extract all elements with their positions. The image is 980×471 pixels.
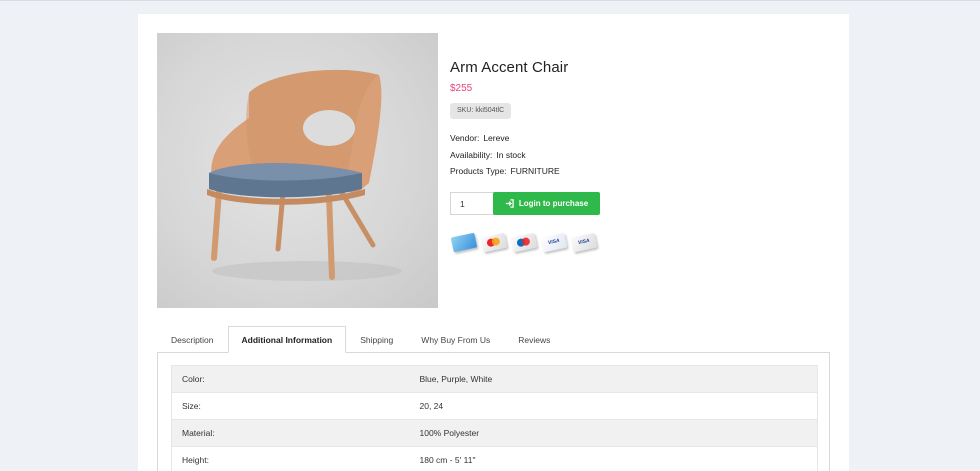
payment-icons: VISA VISA (450, 232, 598, 253)
top-border (0, 0, 980, 1)
attribute-key: Material: (171, 419, 410, 447)
tab-description[interactable]: Description (157, 326, 228, 353)
quantity-input[interactable]: 1 (450, 192, 494, 215)
tab-additional-information[interactable]: Additional Information (227, 326, 347, 353)
product-price: $255 (450, 83, 473, 94)
product-tabs: Description Additional Information Shipp… (157, 326, 564, 353)
table-row: Material: 100% Polyester (171, 419, 818, 447)
attribute-key: Height: (171, 446, 410, 471)
vendor-row: Vendor: Lereve (450, 133, 509, 143)
product-type-value[interactable]: FURNITURE (511, 166, 560, 176)
login-to-purchase-label: Login to purchase (518, 199, 589, 208)
attribute-value: 100% Polyester (409, 419, 818, 447)
sku-value: kki504tlC (475, 107, 505, 114)
attributes-table: Color: Blue, Purple, White Size: 20, 24 … (171, 365, 818, 471)
attribute-value: Blue, Purple, White (409, 365, 818, 393)
vendor-label: Vendor: (450, 133, 480, 143)
availability-value: In stock (496, 150, 526, 160)
visa-card-icon: VISA (540, 232, 568, 253)
availability-label: Availability: (450, 150, 493, 160)
mastercard-card-icon (480, 232, 508, 253)
sign-in-icon (505, 199, 514, 208)
tab-reviews[interactable]: Reviews (504, 326, 564, 353)
tab-why-buy-from-us[interactable]: Why Buy From Us (407, 326, 504, 353)
availability-row: Availability: In stock (450, 150, 526, 160)
table-row: Color: Blue, Purple, White (171, 365, 818, 393)
login-to-purchase-button[interactable]: Login to purchase (493, 192, 600, 215)
attribute-value: 180 cm - 5' 11" (409, 446, 818, 471)
sku-label: SKU: (457, 107, 474, 114)
amex-card-icon (450, 232, 478, 253)
product-card: Arm Accent Chair $255 SKU: kki504tlC Vend… (138, 14, 849, 471)
product-title: Arm Accent Chair (450, 59, 569, 76)
attribute-key: Size: (171, 392, 410, 420)
maestro-card-icon (510, 232, 538, 253)
tab-shipping[interactable]: Shipping (346, 326, 407, 353)
attribute-key: Color: (171, 365, 410, 393)
vendor-value[interactable]: Lereve (483, 133, 509, 143)
sku-badge: SKU: kki504tlC (450, 103, 512, 119)
table-row: Height: 180 cm - 5' 11" (171, 446, 818, 471)
chair-illustration (207, 69, 402, 281)
attribute-value: 20, 24 (409, 392, 818, 420)
product-type-row: Products Type: FURNITURE (450, 166, 560, 176)
table-row: Size: 20, 24 (171, 392, 818, 420)
product-image[interactable] (157, 33, 438, 308)
visa-electron-card-icon: VISA (570, 232, 598, 253)
additional-information-panel: Color: Blue, Purple, White Size: 20, 24 … (157, 352, 830, 471)
product-type-label: Products Type: (450, 166, 507, 176)
